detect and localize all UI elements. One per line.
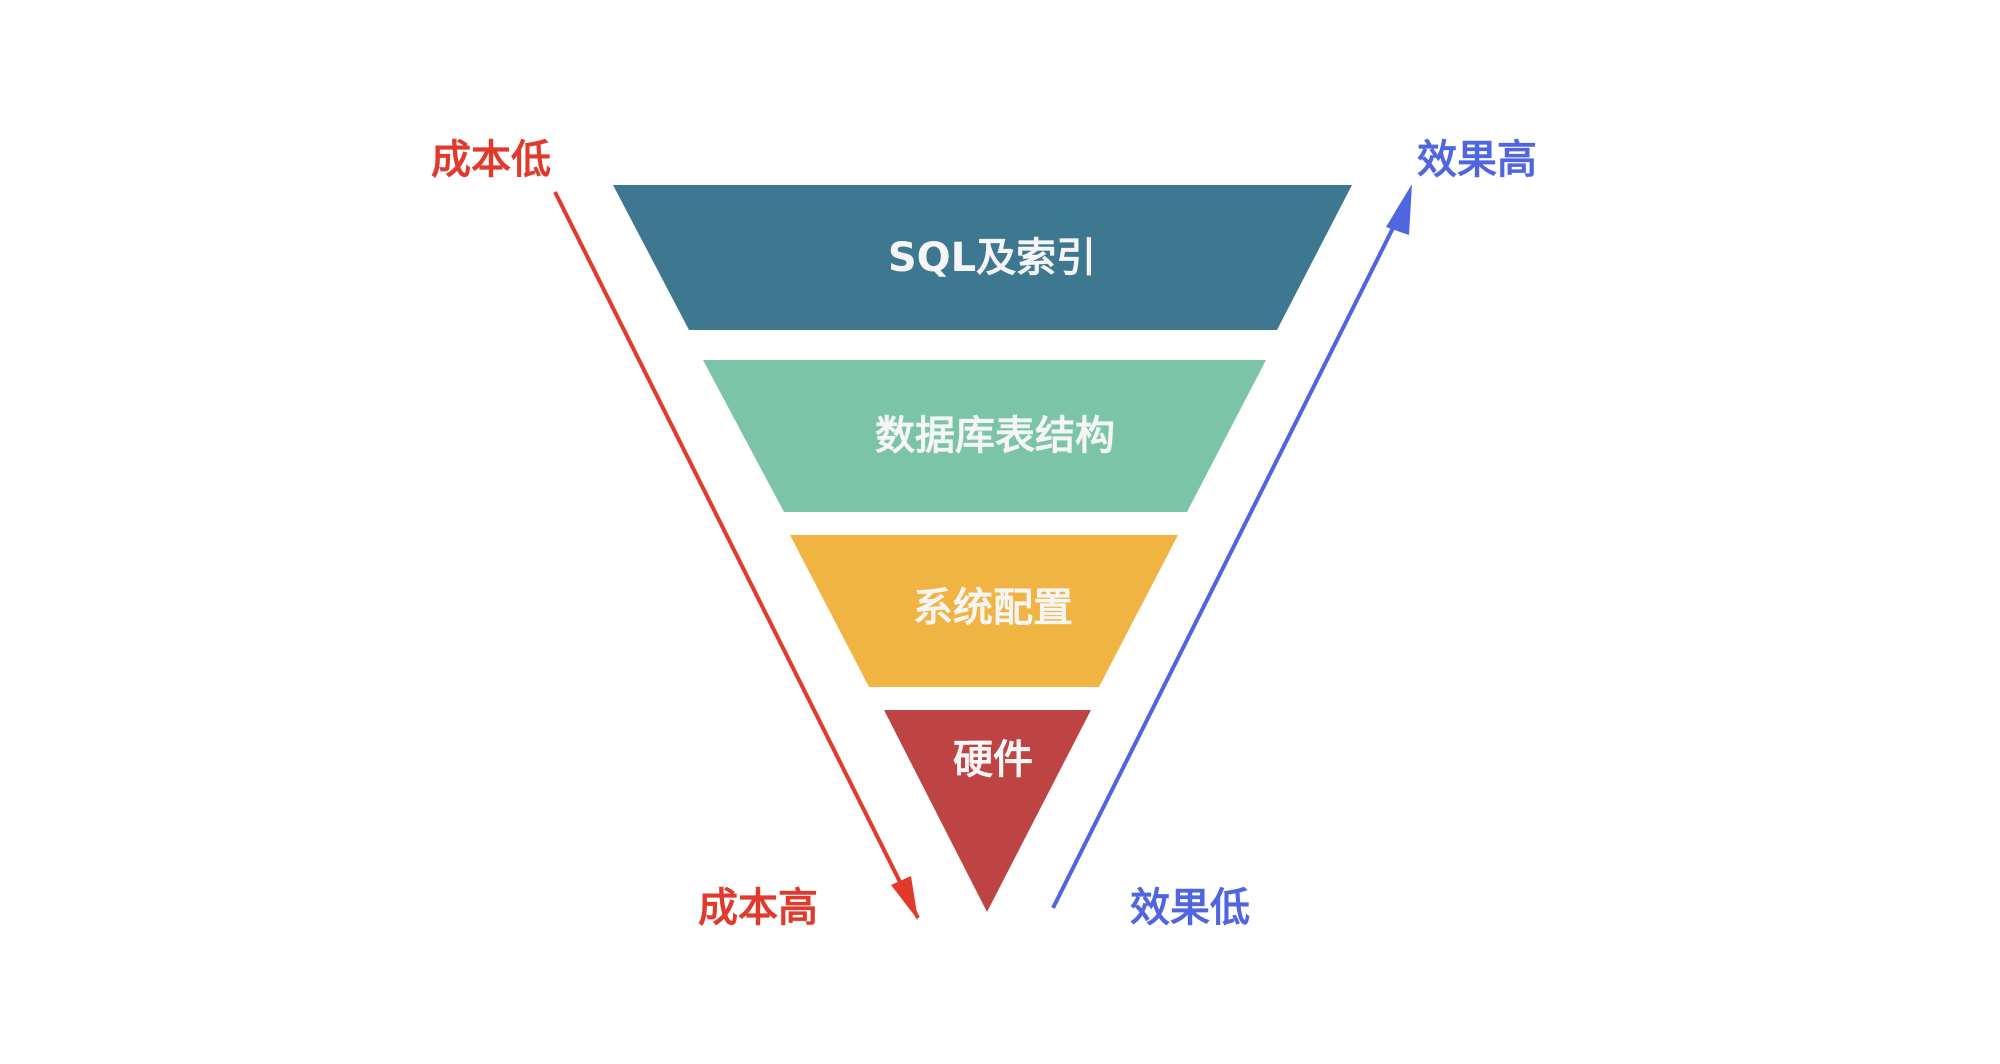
effect-high-label: 效果高 xyxy=(1417,137,1537,183)
optimization-funnel-diagram: SQL及索引 数据库表结构 系统配置 硬件 成本低 成本高 效果高 效果低 xyxy=(431,137,1537,931)
funnel-layer-label-table-structure: 数据库表结构 xyxy=(875,413,1115,459)
cost-low-label: 成本低 xyxy=(431,137,551,183)
cost-arrowhead-shape xyxy=(891,876,918,920)
funnel-layer-label-system-config: 系统配置 xyxy=(913,585,1073,631)
effect-low-label: 效果低 xyxy=(1130,885,1250,931)
cost-high-label: 成本高 xyxy=(698,885,818,931)
effect-arrowhead-shape xyxy=(1386,184,1412,235)
funnel-layer-label-sql-index: SQL及索引 xyxy=(888,235,1096,281)
funnel-layer-label-hardware: 硬件 xyxy=(953,737,1033,783)
